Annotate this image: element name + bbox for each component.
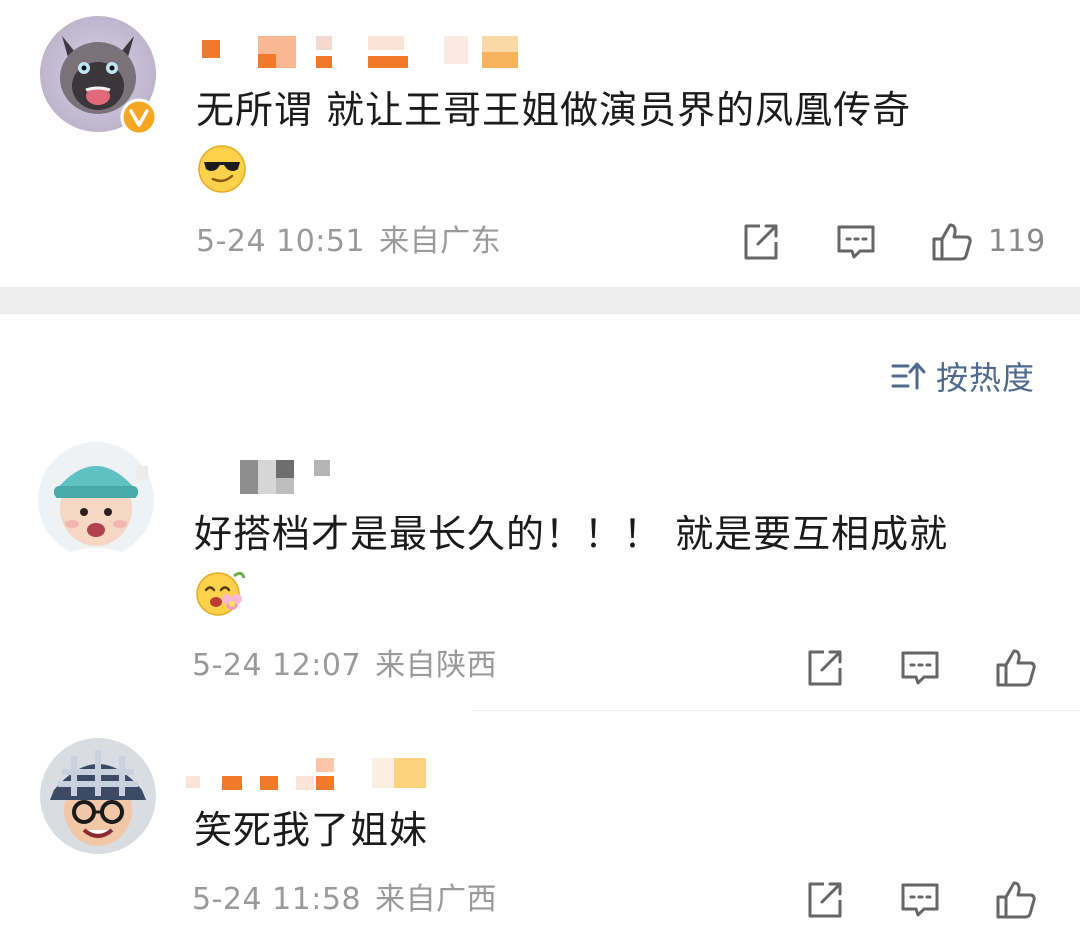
- comment-text: 好搭档才是最长久的！！！ 就是要互相成就: [194, 512, 949, 556]
- comment-item: 好搭档才是最长久的！！！ 就是要互相成就 5-24 12:07 来自陕西: [0, 420, 1080, 710]
- comment-item: 无所谓 就让王哥王姐做演员界的凤凰传奇 5-24 10:51 来自广东 119: [0, 0, 1080, 287]
- comment-location: 来自广东: [379, 224, 502, 259]
- share-button[interactable]: [802, 878, 846, 922]
- comment-icon: [901, 651, 939, 685]
- username-redacted[interactable]: [186, 758, 436, 794]
- thumbs-up-icon: [996, 649, 1036, 687]
- comment-button[interactable]: [834, 220, 878, 264]
- comment-location: 来自广西: [375, 882, 498, 917]
- share-button[interactable]: [738, 220, 782, 264]
- comment-date: 5-24 12:07: [192, 648, 362, 683]
- comment-meta: 5-24 12:07 来自陕西: [192, 648, 497, 684]
- verified-badge-icon: [120, 98, 158, 136]
- comment-button[interactable]: [898, 878, 942, 922]
- comment-date: 5-24 11:58: [192, 882, 362, 917]
- comment-icon: [837, 225, 875, 259]
- comment-text: 笑死我了姐妹: [194, 808, 429, 852]
- comment-text: 无所谓 就让王哥王姐做演员界的凤凰传奇: [196, 88, 912, 132]
- flower-emoji-icon: [194, 566, 246, 618]
- username-redacted[interactable]: [136, 460, 336, 496]
- like-button[interactable]: [930, 220, 974, 264]
- share-icon: [808, 882, 842, 918]
- comment-location: 来自陕西: [375, 648, 498, 683]
- section-divider: [0, 287, 1080, 314]
- comment-button[interactable]: [898, 646, 942, 690]
- comment-meta: 5-24 10:51 来自广东: [196, 224, 501, 260]
- thumbs-up-icon: [996, 881, 1036, 919]
- share-button[interactable]: [802, 646, 846, 690]
- comment-item: 笑死我了姐妹 5-24 11:58 来自广西: [0, 720, 1080, 927]
- sort-by-hot-button[interactable]: 按热度: [890, 354, 1035, 398]
- comment-meta: 5-24 11:58 来自广西: [192, 882, 497, 918]
- username-redacted[interactable]: [198, 36, 528, 72]
- like-button[interactable]: [994, 646, 1038, 690]
- comment-date: 5-24 10:51: [196, 224, 366, 259]
- comment-icon: [901, 883, 939, 917]
- avatar[interactable]: [40, 738, 156, 854]
- sunglasses-emoji-icon: [196, 142, 248, 194]
- like-button[interactable]: [994, 878, 1038, 922]
- like-count: 119: [988, 224, 1046, 259]
- share-icon: [808, 650, 842, 686]
- sort-label: 按热度: [936, 359, 1036, 397]
- share-icon: [744, 224, 778, 260]
- sort-icon: [891, 362, 926, 390]
- row-divider: [472, 710, 1080, 711]
- thumbs-up-icon: [932, 223, 972, 261]
